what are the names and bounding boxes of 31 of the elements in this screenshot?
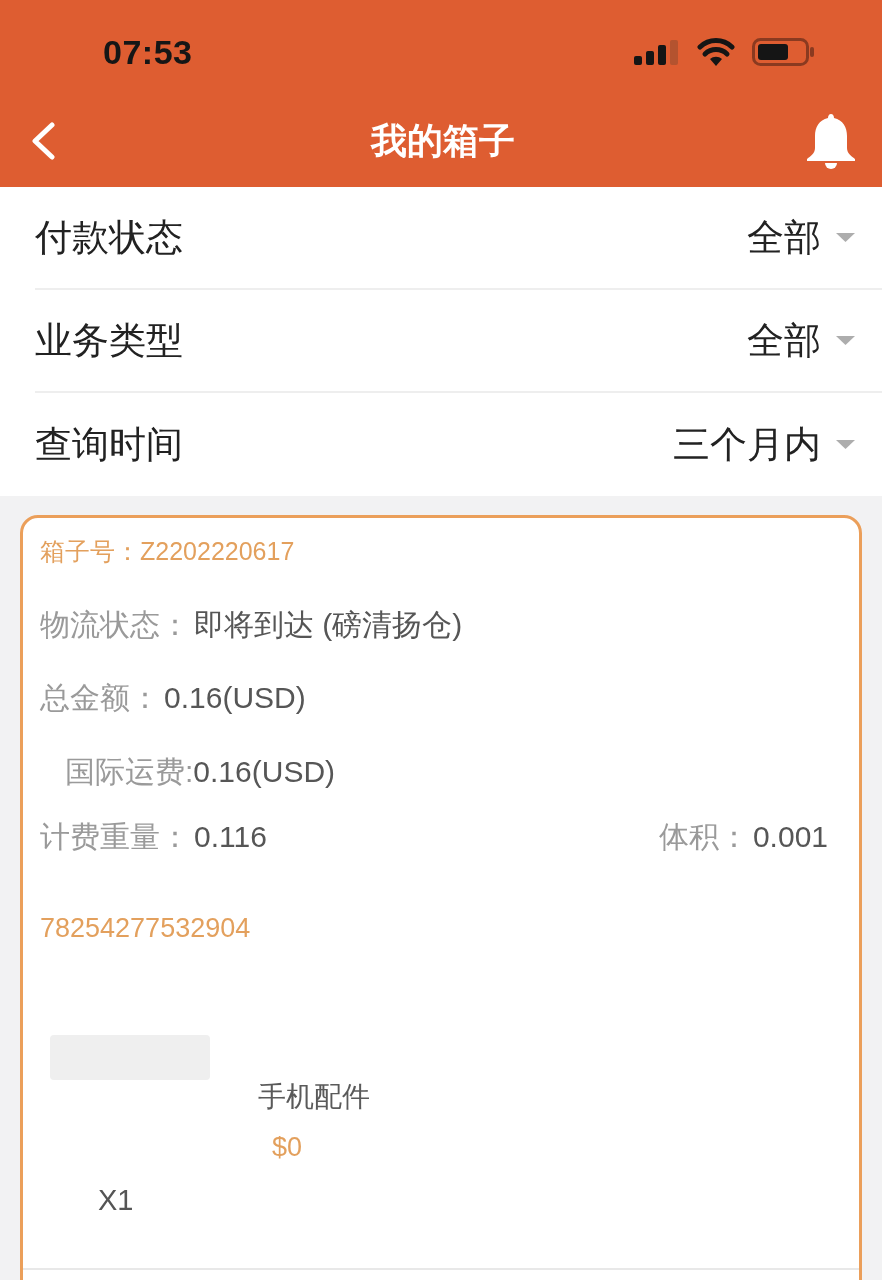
field-label: 物流状态：	[40, 607, 190, 643]
signal-icon	[634, 39, 680, 65]
field-label: 体积：	[658, 819, 749, 855]
caret-icon	[836, 440, 855, 449]
wifi-icon	[697, 38, 735, 66]
tracking-number: 78254277532904	[40, 912, 251, 945]
field-value: 0.16(USD)	[193, 754, 336, 790]
field-label: 国际运费:	[65, 754, 194, 790]
caret-icon	[836, 336, 855, 345]
bell-icon[interactable]	[807, 113, 855, 169]
field-label: 总金额：	[40, 680, 160, 716]
battery-icon	[752, 38, 815, 66]
status-time: 07:53	[103, 32, 193, 72]
filter-dropdown[interactable]: 全部	[747, 212, 855, 263]
filter-label: 付款状态	[35, 215, 183, 260]
filter-dropdown[interactable]: 三个月内	[673, 419, 855, 470]
back-icon[interactable]	[30, 122, 56, 160]
product-quantity: X1	[98, 1183, 134, 1218]
field-value: 0.116	[194, 819, 267, 855]
filter-label: 查询时间	[35, 422, 183, 467]
field-value: 0.001	[752, 819, 828, 855]
product-price: $0	[272, 1131, 303, 1164]
product-name: 手机配件	[258, 1080, 370, 1114]
field-value: 0.16(USD)	[164, 680, 306, 716]
filter-label: 业务类型	[35, 318, 183, 363]
box-number: 箱子号：Z2202220617	[40, 536, 295, 567]
filter-dropdown[interactable]: 全部	[747, 315, 855, 366]
caret-icon	[836, 233, 855, 242]
field-label: 计费重量：	[40, 819, 190, 855]
field-value: 即将到达 (磅清扬仓)	[194, 607, 463, 643]
page-title: 我的箱子	[370, 118, 515, 163]
